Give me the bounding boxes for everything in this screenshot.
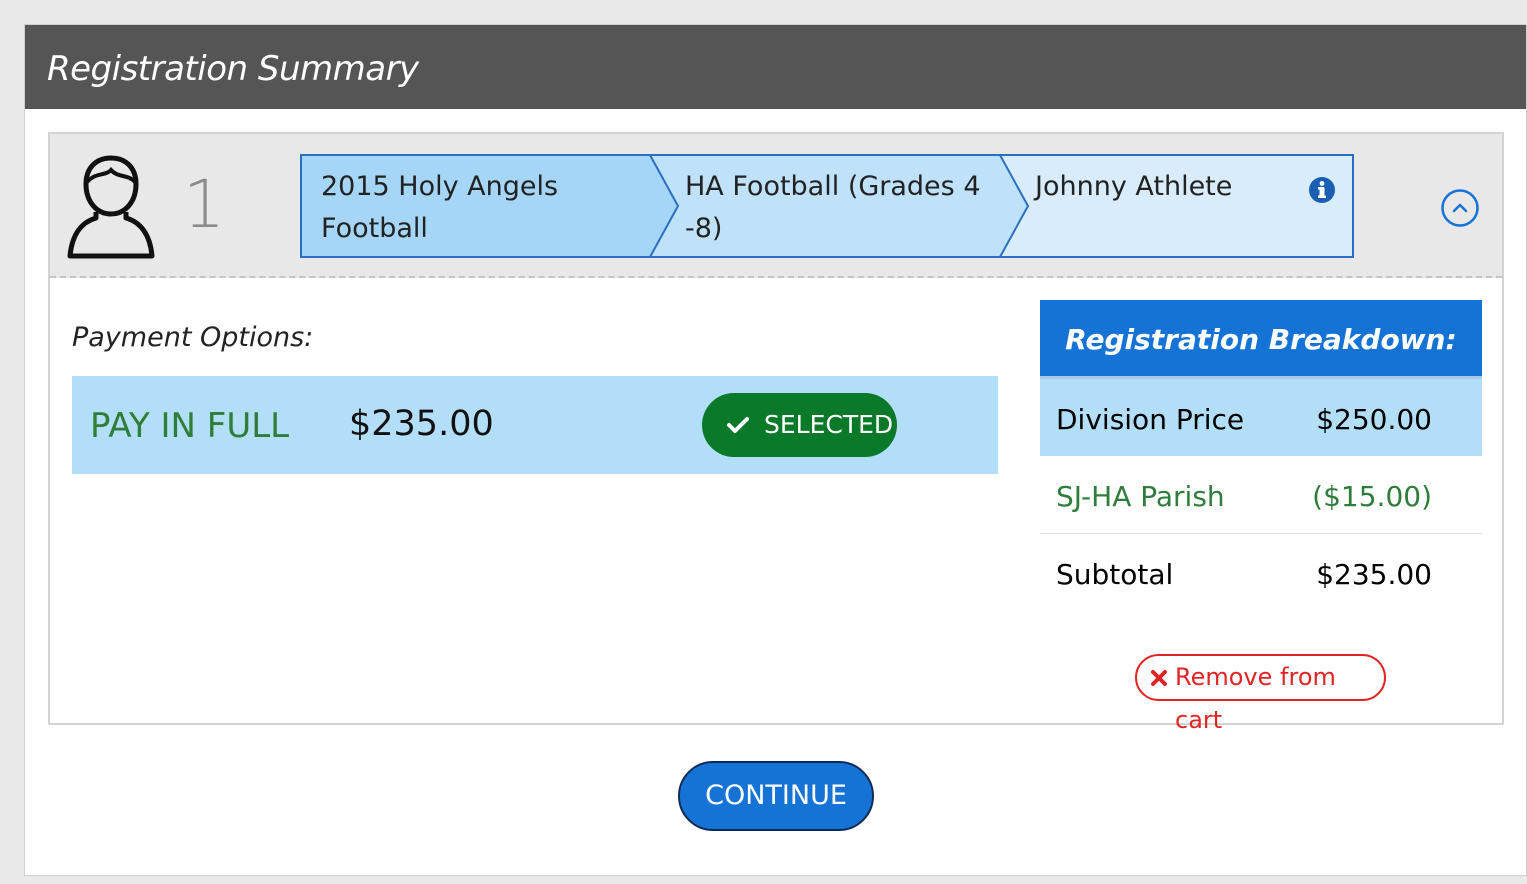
breadcrumb-item-participant[interactable]: Johnny Athlete (1035, 166, 1232, 208)
breadcrumb: 2015 Holy Angels Football HA Football (G… (300, 154, 1354, 258)
registration-card: 1 2015 Holy Angels Football HA Football … (48, 132, 1504, 734)
breadcrumb-program-line1: 2015 Holy Angels (321, 171, 559, 202)
breakdown-label: Division Price (1056, 403, 1245, 436)
registration-number: 1 (183, 166, 225, 243)
breakdown-value: ($15.00) (1312, 480, 1432, 513)
close-icon (1151, 670, 1167, 686)
remove-from-cart-button[interactable]: Remove from cart (1135, 654, 1386, 734)
checkmark-icon (727, 417, 749, 433)
breakdown-title: Registration Breakdown: (1040, 300, 1482, 376)
info-icon[interactable] (1308, 176, 1336, 204)
remove-from-cart-label: Remove from cart (1175, 663, 1336, 734)
payment-option-amount: $235.00 (349, 404, 494, 444)
breakdown-label: SJ-HA Parish (1056, 480, 1225, 513)
panel-header: Registration Summary (25, 25, 1526, 109)
breakdown-row-discount: SJ-HA Parish ($15.00) (1040, 456, 1482, 534)
breadcrumb-division-line2: -8) (685, 213, 723, 244)
breakdown-value: $250.00 (1316, 403, 1432, 436)
breadcrumb-participant-name: Johnny Athlete (1035, 171, 1233, 202)
selected-label: SELECTED (764, 410, 894, 439)
payment-option-pay-in-full[interactable]: PAY IN FULL $235.00 SELECTED (72, 376, 998, 474)
breakdown-row-subtotal: Subtotal $235.00 (1040, 534, 1482, 612)
payment-option-name: PAY IN FULL (90, 406, 290, 446)
selected-button[interactable]: SELECTED (702, 393, 897, 457)
page-title: Registration Summary (47, 49, 419, 89)
chevron-up-circle-icon[interactable] (1440, 188, 1480, 228)
breadcrumb-program-line2: Football (321, 213, 428, 244)
registration-summary-panel: Registration Summary 1 2015 Holy Angels … (24, 24, 1527, 876)
person-icon (67, 155, 155, 259)
breadcrumb-item-program[interactable]: 2015 Holy Angels Football (321, 166, 558, 250)
breakdown-label: Subtotal (1056, 558, 1174, 591)
breakdown-value: $235.00 (1316, 558, 1432, 591)
breakdown-row-division-price: Division Price $250.00 (1040, 376, 1482, 456)
registration-card-header: 1 2015 Holy Angels Football HA Football … (50, 134, 1502, 278)
breadcrumb-division-line1: HA Football (Grades 4 (685, 171, 981, 202)
continue-button[interactable]: CONTINUE (678, 761, 874, 831)
payment-options-label: Payment Options: (72, 322, 314, 353)
breadcrumb-item-division[interactable]: HA Football (Grades 4 -8) (685, 166, 981, 250)
registration-breakdown: Registration Breakdown: Division Price $… (1040, 300, 1482, 612)
